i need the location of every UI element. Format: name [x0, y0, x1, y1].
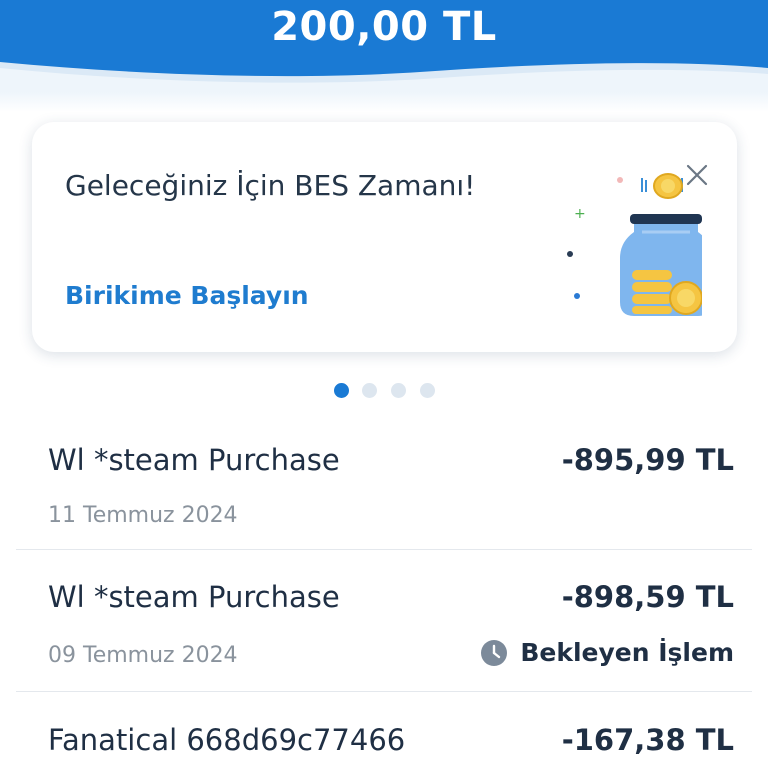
pending-status-label: Bekleyen İşlem [520, 638, 734, 667]
carousel-dot[interactable] [362, 383, 377, 398]
transaction-amount: -167,38 TL [561, 723, 734, 757]
clock-icon [481, 639, 508, 666]
promo-card[interactable]: Geleceğiniz İçin BES Zamanı! Birikime Ba… [32, 122, 737, 352]
transaction-row[interactable]: Fanatical 668d69c77466 -167,38 TL [16, 692, 752, 768]
start-saving-link[interactable]: Birikime Başlayın [65, 281, 309, 310]
transaction-amount: -895,99 TL [561, 443, 734, 477]
transaction-date: 11 Temmuz 2024 [48, 503, 238, 528]
pending-status: Bekleyen İşlem [480, 638, 734, 667]
promo-title: Geleceğiniz İçin BES Zamanı! [65, 169, 476, 202]
transaction-name: Wl *steam Purchase [48, 443, 340, 477]
transaction-name: Wl *steam Purchase [48, 580, 340, 614]
header-wave [0, 62, 768, 92]
transaction-amount: -898,59 TL [561, 580, 734, 614]
balance-amount: 200,00 TL [271, 4, 497, 50]
header-fade [0, 92, 768, 112]
svg-text:+: + [574, 206, 586, 222]
carousel-dot[interactable] [334, 383, 349, 398]
transaction-name: Fanatical 668d69c77466 [48, 723, 406, 757]
carousel-dot[interactable] [391, 383, 406, 398]
transaction-date: 09 Temmuz 2024 [48, 643, 238, 668]
close-icon[interactable] [682, 160, 712, 190]
transaction-row[interactable]: Wl *steam Purchase -898,59 TL 09 Temmuz … [16, 550, 752, 692]
carousel-dot[interactable] [420, 383, 435, 398]
balance-header: 200,00 TL [0, 0, 768, 92]
carousel-indicator [0, 383, 768, 399]
transaction-row[interactable]: Wl *steam Purchase -895,99 TL 11 Temmuz … [16, 425, 752, 550]
coin-jar-illustration: + . + [567, 173, 702, 316]
